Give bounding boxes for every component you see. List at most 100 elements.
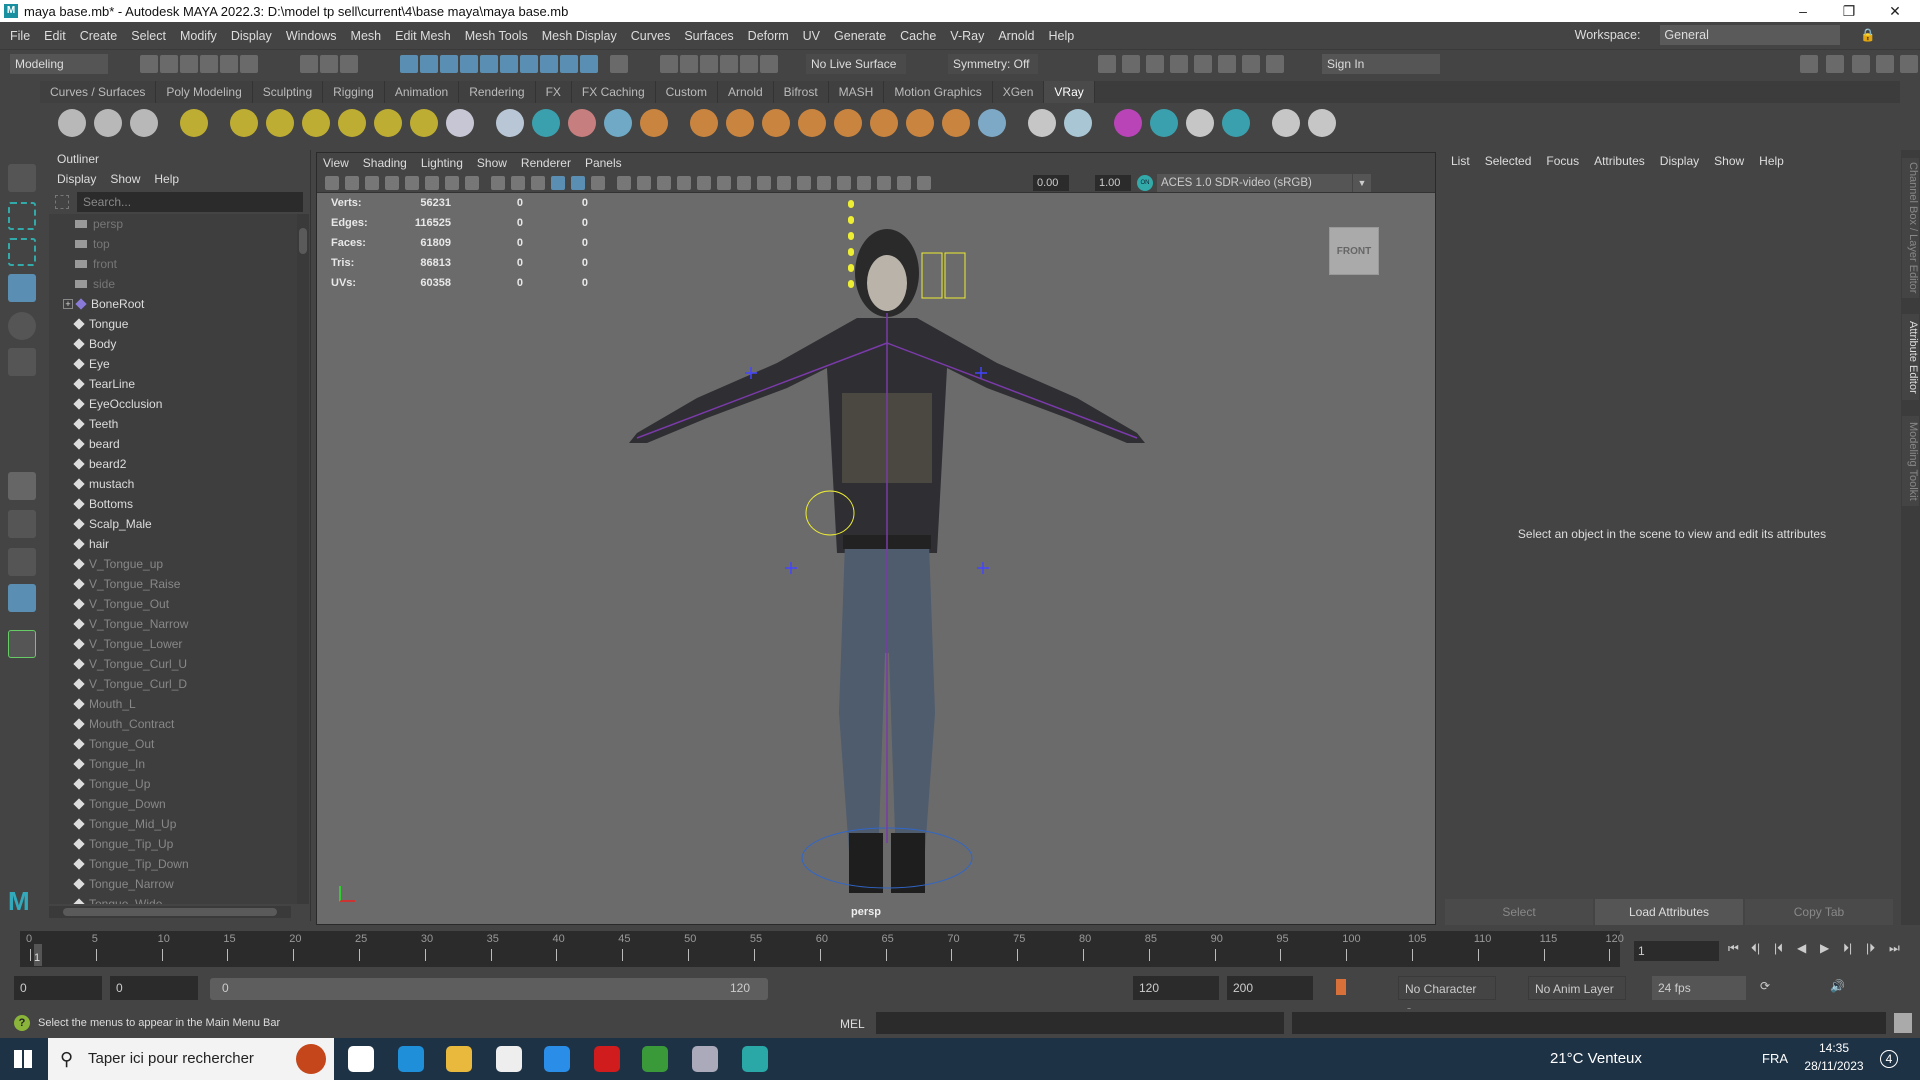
outliner-item[interactable]: Tongue: [49, 314, 297, 334]
playback-start-field[interactable]: 0: [110, 976, 198, 1000]
windows-start-icon[interactable]: [14, 1050, 32, 1068]
menu-modify[interactable]: Modify: [180, 29, 217, 43]
outliner-item[interactable]: Tongue_Tip_Up: [49, 834, 297, 854]
outliner-item[interactable]: beard2: [49, 454, 297, 474]
viewport-tool-icon[interactable]: [531, 176, 545, 190]
outliner-menu-show[interactable]: Show: [110, 172, 140, 186]
shelf-tool-icon[interactable]: [302, 109, 330, 137]
workspace-dropdown[interactable]: General: [1660, 25, 1840, 45]
outliner-item[interactable]: EyeOcclusion: [49, 394, 297, 414]
viewport-tool-icon[interactable]: [917, 176, 931, 190]
tab-channel-box[interactable]: Channel Box / Layer Editor: [1902, 158, 1919, 298]
status-toolbar-icon[interactable]: [1900, 55, 1918, 73]
rotate-tool-icon[interactable]: [8, 312, 36, 340]
shelf-tool-icon[interactable]: [640, 109, 668, 137]
viewport-menu-view[interactable]: View: [323, 153, 349, 173]
shelf-tool-icon[interactable]: [94, 109, 122, 137]
status-toolbar-icon[interactable]: [1146, 55, 1164, 73]
shelf-tab-motion-graphics[interactable]: Motion Graphics: [884, 81, 992, 103]
script-editor-icon[interactable]: [1894, 1013, 1912, 1033]
shelf-tab-custom[interactable]: Custom: [656, 81, 718, 103]
step-forward-key-icon[interactable]: |⏵: [1866, 941, 1875, 956]
loop-icon[interactable]: ⟳: [1760, 979, 1770, 993]
outliner-item[interactable]: front: [49, 254, 297, 274]
status-toolbar-icon[interactable]: [740, 55, 758, 73]
character-set-dropdown[interactable]: No Character Set: [1398, 976, 1496, 1000]
viewport-tool-icon[interactable]: [405, 176, 419, 190]
four-view-layout-icon[interactable]: [8, 510, 36, 538]
outliner-menu-help[interactable]: Help: [154, 172, 179, 186]
outliner-item[interactable]: V_Tongue_Curl_U: [49, 654, 297, 674]
shelf-tool-icon[interactable]: [604, 109, 632, 137]
viewport-tool-icon[interactable]: [897, 176, 911, 190]
attr-menu-list[interactable]: List: [1451, 154, 1470, 168]
outliner-menu-display[interactable]: Display: [57, 172, 96, 186]
outliner-item[interactable]: Tongue_Tip_Down: [49, 854, 297, 874]
status-toolbar-icon[interactable]: [220, 55, 238, 73]
status-toolbar-icon[interactable]: [440, 55, 458, 73]
paint-select-tool-icon[interactable]: [8, 238, 36, 266]
outliner-item[interactable]: beard: [49, 434, 297, 454]
time-slider[interactable]: 0510152025303540455055606570758085909510…: [20, 931, 1620, 967]
menu-select[interactable]: Select: [131, 29, 166, 43]
outliner-item[interactable]: Mouth_L: [49, 694, 297, 714]
viewport-tool-icon[interactable]: [877, 176, 891, 190]
status-toolbar-icon[interactable]: [700, 55, 718, 73]
sound-icon[interactable]: 🔊: [1830, 979, 1845, 993]
workspace-selector[interactable]: Workspace: General 🔒: [1575, 25, 1890, 45]
outliner-search-input[interactable]: Search...: [77, 192, 303, 212]
viewport-tool-icon[interactable]: [511, 176, 525, 190]
fps-dropdown[interactable]: 24 fps: [1652, 976, 1746, 1000]
status-toolbar-icon[interactable]: [240, 55, 258, 73]
viewport-tool-icon[interactable]: [425, 176, 439, 190]
status-toolbar-icon[interactable]: [1218, 55, 1236, 73]
shelf-tab-fx-caching[interactable]: FX Caching: [572, 81, 656, 103]
shelf-tool-icon[interactable]: [374, 109, 402, 137]
outliner-item[interactable]: Tongue_Up: [49, 774, 297, 794]
search-icon[interactable]: [8, 630, 36, 658]
outliner-item[interactable]: +BoneRoot: [49, 294, 297, 314]
viewport-menu-show[interactable]: Show: [477, 153, 507, 173]
shelf-tab-animation[interactable]: Animation: [385, 81, 459, 103]
load-attributes-button[interactable]: Load Attributes: [1595, 899, 1743, 925]
viewport-tool-icon[interactable]: [857, 176, 871, 190]
shelf-tab-curves-surfaces[interactable]: Curves / Surfaces: [40, 81, 156, 103]
two-view-layout-icon[interactable]: [8, 548, 36, 576]
attr-menu-focus[interactable]: Focus: [1546, 154, 1579, 168]
shelf-tool-icon[interactable]: [266, 109, 294, 137]
view-cube-front[interactable]: FRONT: [1329, 227, 1379, 275]
taskbar-search-box[interactable]: ⚲ Taper ici pour rechercher: [48, 1038, 334, 1080]
status-toolbar-icon[interactable]: [480, 55, 498, 73]
exposure-field[interactable]: 0.00: [1033, 175, 1069, 191]
outliner-item[interactable]: V_Tongue_Out: [49, 594, 297, 614]
playback-end-field[interactable]: 120: [1133, 976, 1219, 1000]
shelf-tool-icon[interactable]: [762, 109, 790, 137]
outliner-item[interactable]: persp: [49, 214, 297, 234]
status-toolbar-icon[interactable]: [1876, 55, 1894, 73]
status-toolbar-icon[interactable]: [760, 55, 778, 73]
shelf-tool-icon[interactable]: [1222, 109, 1250, 137]
viewport-tool-icon[interactable]: [817, 176, 831, 190]
outliner-tab[interactable]: Outliner: [49, 150, 111, 168]
shelf-tab-poly-modeling[interactable]: Poly Modeling: [156, 81, 252, 103]
menu-mesh[interactable]: Mesh: [351, 29, 382, 43]
outliner-item[interactable]: Tongue_Out: [49, 734, 297, 754]
menu-cache[interactable]: Cache: [900, 29, 936, 43]
outliner-item[interactable]: TearLine: [49, 374, 297, 394]
attr-menu-display[interactable]: Display: [1660, 154, 1699, 168]
shelf-tool-icon[interactable]: [1272, 109, 1300, 137]
status-toolbar-icon[interactable]: [400, 55, 418, 73]
shelf-tool-icon[interactable]: [338, 109, 366, 137]
shelf-tool-icon[interactable]: [726, 109, 754, 137]
viewport-persp[interactable]: ViewShadingLightingShowRendererPanels 0.…: [316, 152, 1436, 925]
outliner-item[interactable]: V_Tongue_up: [49, 554, 297, 574]
viewport-tool-icon[interactable]: [697, 176, 711, 190]
menu-surfaces[interactable]: Surfaces: [684, 29, 733, 43]
weather-widget[interactable]: 21°C Venteux: [1550, 1050, 1642, 1067]
menu-uv[interactable]: UV: [803, 29, 820, 43]
outliner-item[interactable]: Body: [49, 334, 297, 354]
chrome-icon[interactable]: [642, 1046, 668, 1072]
notification-badge[interactable]: 4: [1880, 1050, 1898, 1068]
tab-modeling-toolkit[interactable]: Modeling Toolkit: [1902, 416, 1919, 506]
menu-display[interactable]: Display: [231, 29, 272, 43]
